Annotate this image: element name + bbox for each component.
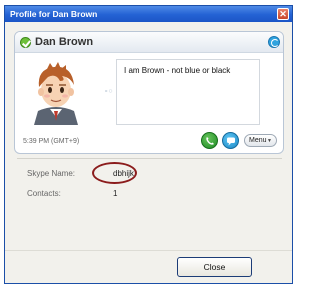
avatar [26,59,86,125]
highlight-annotation [92,162,137,184]
profile-window: Profile for Dan Brown ✕ Dan Brown 5:39 P… [4,5,293,284]
mood-message: I am Brown - not blue or black [124,66,231,75]
contacts-value: 1 [113,189,118,198]
online-status-icon [20,37,31,48]
refresh-icon[interactable] [268,36,280,48]
chat-icon [227,137,235,146]
profile-header: Dan Brown [15,32,283,53]
skype-name-label: Skype Name: [27,169,76,178]
profile-name: Dan Brown [35,36,94,48]
ellipsis-icon: ∘○ [104,88,113,95]
call-button[interactable] [201,132,218,149]
close-button[interactable]: Close [177,257,252,277]
window-close-icon[interactable]: ✕ [277,8,289,20]
phone-icon [206,137,214,145]
contacts-label: Contacts: [27,189,61,198]
chevron-down-icon: ▼ [267,138,272,144]
mood-message-box[interactable]: I am Brown - not blue or black [116,59,260,125]
chat-button[interactable] [222,132,239,149]
section-divider [17,158,282,159]
menu-button[interactable]: Menu ▼ [244,134,277,147]
footer-divider [5,250,292,251]
local-time: 5:39 PM (GMT+9) [23,138,80,145]
window-title: Profile for Dan Brown [10,9,98,19]
title-bar[interactable]: Profile for Dan Brown ✕ [5,6,292,22]
profile-panel: Dan Brown 5:39 PM (GMT+9) I am Brown - n… [14,31,284,154]
menu-label: Menu [249,137,267,144]
